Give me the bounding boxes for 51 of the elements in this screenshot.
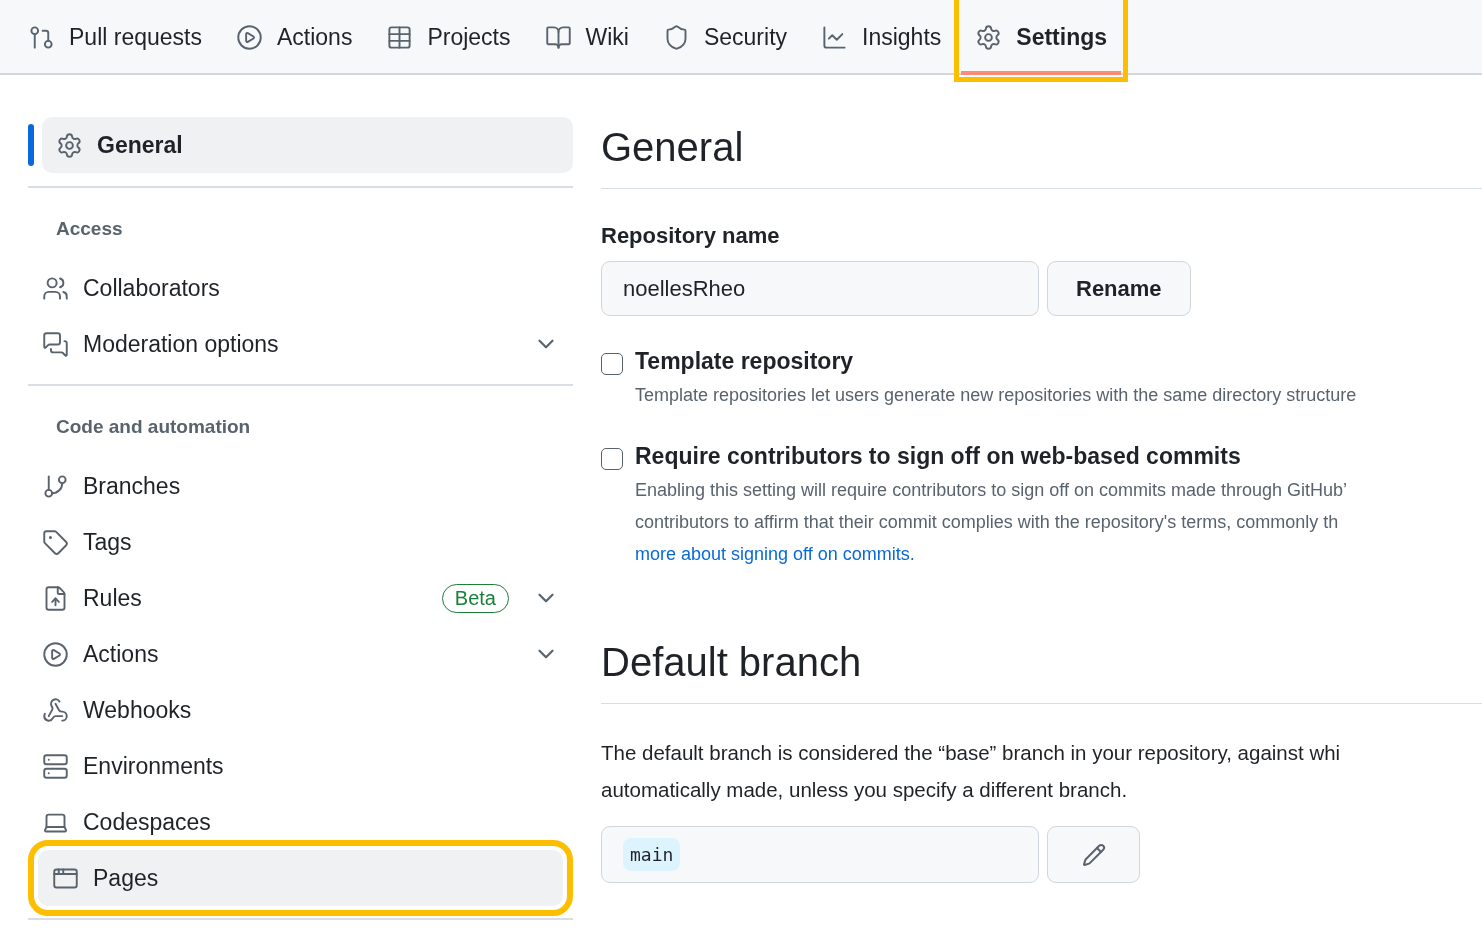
description-text: automatically made, unless you specify a different branch. xyxy=(601,777,1129,803)
sidebar-item[interactable]: Webhooks xyxy=(28,682,573,738)
option-label: Template repository xyxy=(635,348,855,375)
rename-button[interactable]: Rename xyxy=(1047,261,1191,316)
sidebar-item[interactable]: Codespaces xyxy=(28,794,573,850)
nav-tab[interactable]: Pull requests xyxy=(14,0,216,75)
section-title: Default branch xyxy=(601,640,1482,704)
nav-tab[interactable]: Projects xyxy=(372,0,525,75)
checkbox[interactable] xyxy=(601,353,623,375)
sidebar-item[interactable]: Collaborators xyxy=(28,260,573,316)
sidebar-item[interactable]: Actions xyxy=(28,626,573,682)
server-icon xyxy=(42,752,69,780)
webhook-icon xyxy=(42,696,69,724)
nav-tab[interactable]: Settings xyxy=(961,0,1122,75)
pull-request-icon xyxy=(28,24,55,51)
play-icon xyxy=(42,640,69,668)
option-label: Require contributors to sign off on web-based commits xyxy=(635,443,1242,470)
sidebar-item[interactable]: Environments xyxy=(28,738,573,794)
tag-icon xyxy=(42,528,69,556)
page-title: General xyxy=(601,125,1482,189)
graph-icon xyxy=(821,24,849,51)
branch-icon xyxy=(42,472,69,500)
description-text: The default branch is considered the “base” branch in your repository, against whi xyxy=(601,740,1342,766)
nav-tab[interactable]: Insights xyxy=(807,0,956,75)
settings-icon xyxy=(56,131,83,159)
pencil-icon xyxy=(1081,842,1106,867)
nav-tab[interactable]: Security xyxy=(648,0,802,75)
nav-tab[interactable]: Actions xyxy=(221,0,367,75)
play-icon xyxy=(235,24,263,51)
option-description: Enabling this setting will require contributors to sign off on commits made through GitHub’ xyxy=(635,479,1348,502)
settings-icon xyxy=(975,24,1003,51)
section-heading: Access xyxy=(55,217,124,241)
sidebar-item[interactable]: Tags xyxy=(28,514,573,570)
branch-name: main xyxy=(623,838,681,871)
sidebar-item[interactable]: Branches xyxy=(28,458,573,514)
field-label: Repository name xyxy=(601,223,781,249)
chat-bubbles-icon xyxy=(42,330,69,358)
table-icon xyxy=(386,24,414,51)
sidebar-item[interactable]: General xyxy=(42,117,573,173)
option-description: Template repositories let users generate new repositories with the same directory structure xyxy=(635,384,1357,407)
sidebar-item[interactable]: Moderation options xyxy=(28,316,573,372)
people-icon xyxy=(42,274,69,302)
book-icon xyxy=(544,24,572,51)
option-description: contributors to affirm that their commit complies with the repository's terms, commonly th xyxy=(635,511,1340,534)
repository-name-field[interactable]: noellesRheo xyxy=(601,261,1039,316)
sidebar-item[interactable]: Rules Beta xyxy=(28,570,573,626)
edit-button[interactable] xyxy=(1047,826,1140,883)
checkbox[interactable] xyxy=(601,448,623,470)
nav-tab[interactable]: Wiki xyxy=(530,0,643,75)
section-heading: Code and automation xyxy=(55,415,252,439)
learn-more-link[interactable]: more about signing off on commits. xyxy=(635,544,915,564)
